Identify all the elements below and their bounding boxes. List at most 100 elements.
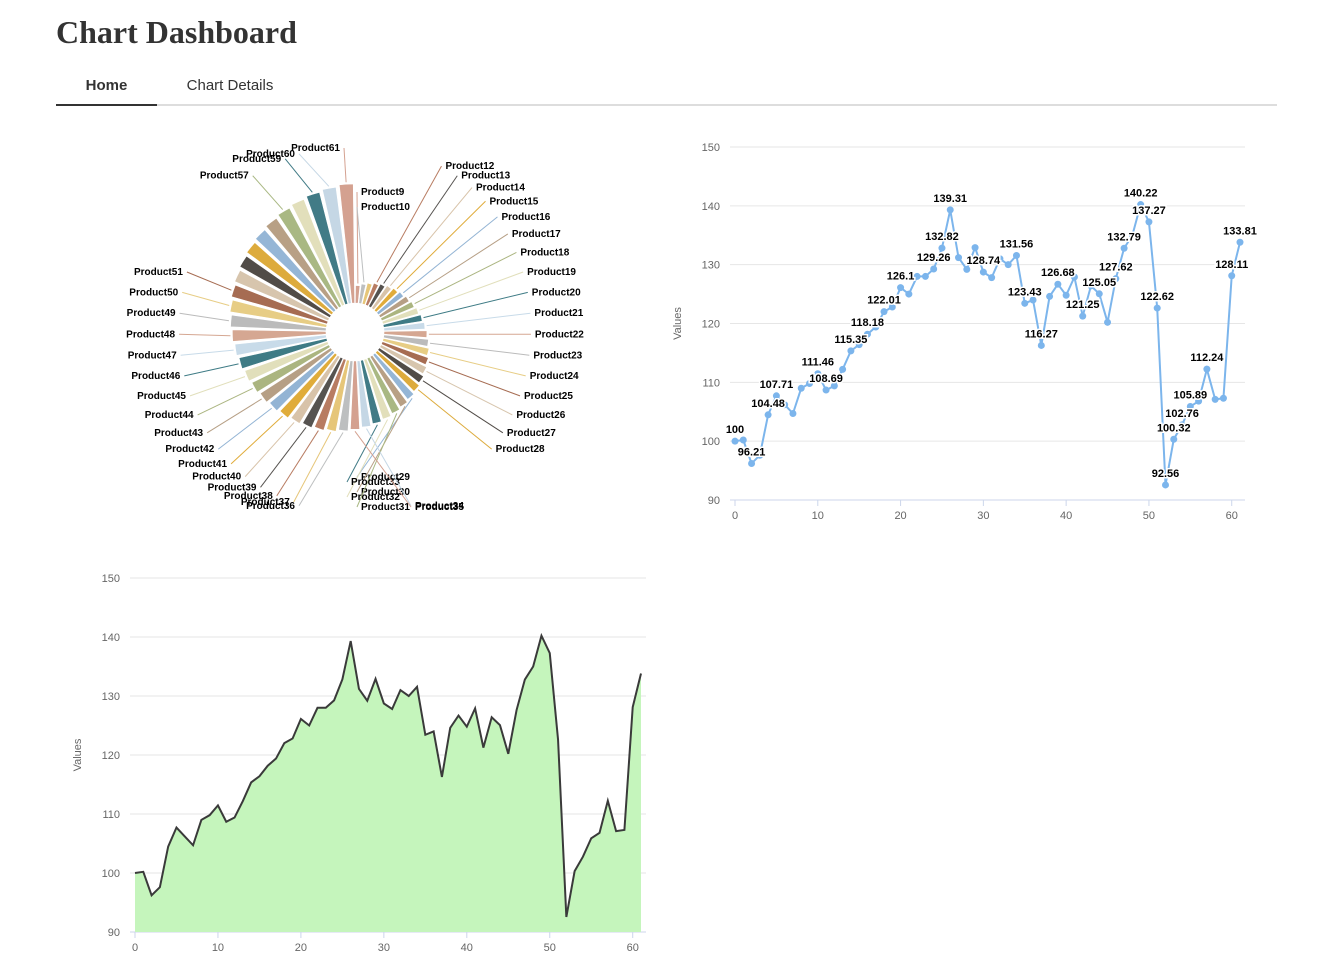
rose-connector (180, 349, 234, 356)
tab-home[interactable]: Home (56, 64, 157, 106)
data-label: 100 (726, 424, 744, 436)
rose-slice-label: Product14 (476, 183, 525, 194)
rose-connector (414, 252, 517, 305)
data-point (1228, 272, 1236, 280)
rose-connector (260, 426, 307, 488)
data-point (988, 274, 996, 282)
data-point (955, 254, 963, 262)
rose-slice-label: Product25 (524, 391, 573, 402)
data-label: 128.74 (967, 255, 1002, 267)
data-label: 122.62 (1140, 291, 1174, 303)
rose-slice-label: Product35 (415, 502, 464, 513)
data-point (1012, 251, 1020, 259)
rose-slice-label: Product17 (512, 229, 561, 240)
data-point (1046, 292, 1054, 300)
rose-slice-label: Product20 (532, 287, 581, 298)
data-label: 102.76 (1165, 408, 1199, 420)
rose-slice-label: Product61 (291, 143, 340, 154)
data-label: 112.24 (1190, 352, 1224, 364)
data-point (1170, 435, 1178, 443)
y-tick-label: 150 (702, 142, 720, 154)
data-label: 131.56 (1000, 238, 1034, 250)
data-label: 128.11 (1215, 259, 1248, 271)
data-label: 139.31 (933, 193, 967, 205)
data-label: 129.26 (917, 252, 951, 264)
rose-chart: Product9Product10Product12Product13Produ… (126, 143, 584, 513)
data-point (1054, 280, 1062, 288)
rose-slice-label: Product18 (520, 247, 569, 258)
x-tick-label: 0 (132, 942, 138, 954)
data-label: 137.27 (1132, 205, 1166, 217)
rose-connector (179, 312, 229, 322)
data-point (921, 272, 929, 280)
rose-slice-label: Product57 (200, 171, 249, 182)
data-label: 125.05 (1082, 277, 1116, 289)
data-point (971, 244, 979, 252)
y-tick-label: 140 (102, 632, 120, 644)
rose-connector (408, 233, 509, 299)
rose-connector (218, 407, 272, 450)
rose-connector (426, 312, 531, 327)
x-tick-label: 10 (812, 510, 824, 522)
rose-slice-label: Product24 (530, 371, 579, 382)
data-point (1120, 244, 1128, 252)
rose-slice-label: Product15 (489, 196, 538, 207)
rose-slice-label: Product44 (145, 410, 194, 421)
x-tick-label: 20 (295, 942, 307, 954)
rose-connector (179, 333, 231, 337)
rose-slice-label: Product42 (165, 444, 214, 455)
rose-connector (184, 363, 239, 377)
x-tick-label: 60 (627, 942, 639, 954)
x-tick-label: 40 (461, 942, 473, 954)
rose-slice-label: Product49 (127, 308, 176, 319)
data-label: 116.27 (1025, 328, 1058, 340)
y-tick-label: 120 (702, 319, 720, 331)
rose-slice-label: Product19 (527, 267, 576, 278)
data-point (1004, 261, 1012, 269)
data-point (913, 272, 921, 280)
rose-connector (376, 165, 442, 283)
x-tick-label: 30 (977, 510, 989, 522)
rose-slice-label: Product28 (496, 444, 545, 455)
data-point (1104, 318, 1112, 326)
rose-slice-label: Product50 (129, 287, 178, 298)
rose-slice-label: Product43 (154, 428, 203, 439)
y-tick-label: 110 (102, 809, 120, 821)
x-tick-label: 50 (544, 942, 556, 954)
data-point (748, 459, 756, 467)
data-label: 111.46 (802, 357, 834, 369)
data-label: 118.18 (851, 317, 884, 329)
data-point (731, 437, 739, 445)
data-label: 108.69 (809, 373, 843, 385)
data-label: 133.81 (1223, 225, 1257, 237)
rose-connector (343, 147, 347, 183)
x-tick-label: 0 (732, 510, 738, 522)
rose-connector (182, 291, 230, 307)
rose-connector (356, 191, 359, 284)
data-point (822, 386, 830, 394)
data-point (1095, 290, 1103, 298)
rose-connector (426, 371, 513, 416)
data-point (1153, 304, 1161, 312)
data-label: 123.43 (1008, 286, 1042, 298)
x-tick-label: 10 (212, 942, 224, 954)
area-chart: 90 100 110 120 130 140 150 0 10 20 30 40 50 60 Values (72, 573, 646, 954)
data-point (905, 290, 913, 298)
y-tick-label: 130 (102, 691, 120, 703)
data-point (938, 244, 946, 252)
tab-chart-details[interactable]: Chart Details (174, 64, 286, 104)
y-tick-label: 140 (702, 201, 720, 213)
data-point (1079, 312, 1087, 320)
x-tick-label: 50 (1143, 510, 1155, 522)
rose-connector (293, 432, 332, 503)
data-label: 100.32 (1157, 422, 1191, 434)
data-point (839, 365, 847, 373)
rose-slice-label: Product40 (192, 472, 241, 483)
data-point (789, 410, 797, 418)
rose-connector (402, 216, 498, 294)
rose-slice-label: Product26 (516, 410, 565, 421)
rose-slice-label: Product22 (535, 329, 584, 340)
data-point (979, 268, 987, 276)
line-chart: 90 100 110 120 130 140 150 0 10 20 30 40 50 60 Values 1… (672, 142, 1258, 522)
data-point (1236, 238, 1244, 246)
